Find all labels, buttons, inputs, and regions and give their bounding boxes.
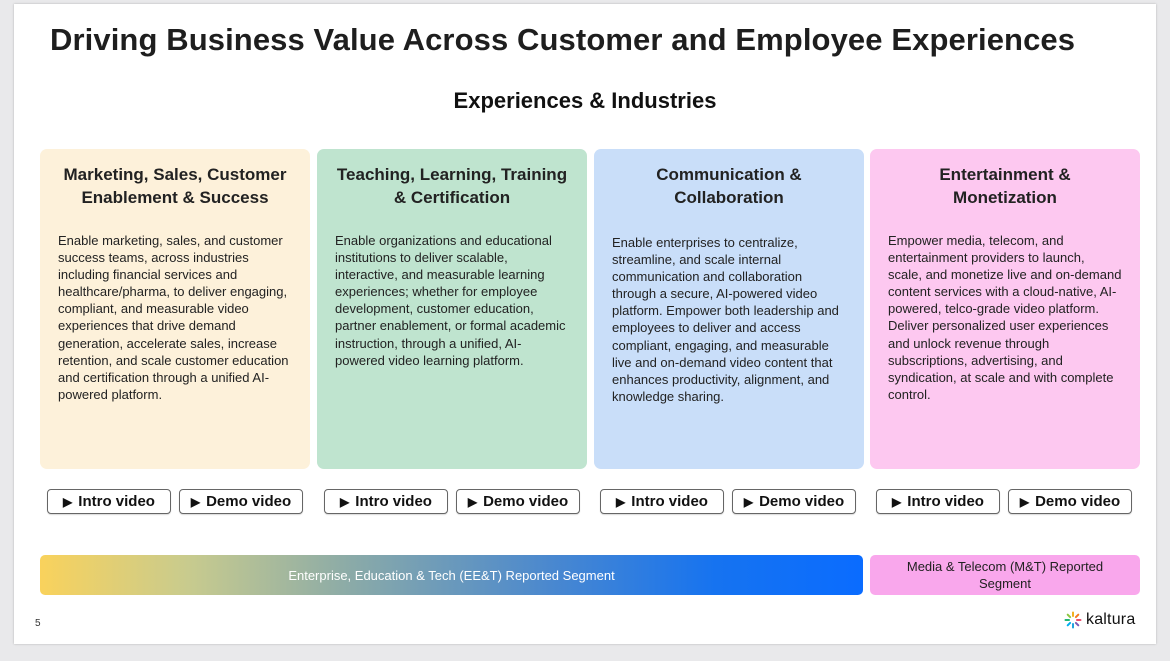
card-body: Enable organizations and educational ins… [335,233,566,368]
play-icon: ▶ [616,494,626,509]
card-title: Marketing, Sales, Customer Enablement & … [63,165,287,207]
demo-video-button-marketing[interactable]: ▶ Demo video [179,489,303,514]
kaltura-logo: kaltura [1064,611,1135,629]
intro-video-button-teaching[interactable]: ▶ Intro video [324,489,448,514]
slide-title: Driving Business Value Across Customer a… [50,22,1076,57]
segment-label: Enterprise, Education & Tech (EE&T) Repo… [288,567,615,583]
mt-segment-bar: Media & Telecom (M&T) Reported Segment [870,555,1140,595]
intro-video-button-communication[interactable]: ▶ Intro video [600,489,724,514]
card-title: Communication & Collaboration [656,165,802,207]
play-icon: ▶ [190,494,201,509]
button-label: Demo video [206,493,292,510]
card-entertainment: Entertainment & Monetization Empower med… [870,149,1140,469]
slide: Driving Business Value Across Customer a… [14,4,1156,644]
card-body: Empower media, telecom, and entertainmen… [888,233,1122,402]
eet-segment-bar: Enterprise, Education & Tech (EE&T) Repo… [40,555,863,595]
button-label: Intro video [355,493,432,510]
play-icon: ▶ [340,494,350,509]
card-communication: Communication & Collaboration Enable ent… [594,149,864,469]
slide-subtitle: Experiences & Industries [453,88,717,113]
demo-video-button-teaching[interactable]: ▶ Demo video [456,489,580,514]
page-number: 5 [35,618,41,629]
button-label: Demo video [759,493,845,510]
card-title: Teaching, Learning, Training & Certifica… [336,165,568,207]
button-label: Intro video [907,493,984,510]
play-icon: ▶ [743,494,754,509]
card-teaching-learning: Teaching, Learning, Training & Certifica… [317,149,587,469]
kaltura-logo-icon [1064,611,1082,629]
button-label: Demo video [483,493,569,510]
demo-video-button-communication[interactable]: ▶ Demo video [732,489,856,514]
demo-video-button-entertainment[interactable]: ▶ Demo video [1008,489,1132,514]
segment-label: Media & Telecom (M&T) Reported Segment [906,559,1104,591]
button-label: Intro video [631,493,708,510]
intro-video-button-marketing[interactable]: ▶ Intro video [47,489,171,514]
card-body: Enable enterprises to centralize, stream… [612,235,839,404]
intro-video-button-entertainment[interactable]: ▶ Intro video [876,489,1000,514]
play-icon: ▶ [63,494,73,509]
button-label: Intro video [78,493,155,510]
button-label: Demo video [1035,493,1121,510]
card-marketing-sales: Marketing, Sales, Customer Enablement & … [40,149,310,469]
play-icon: ▶ [1019,494,1030,509]
play-icon: ▶ [892,494,902,509]
logo-text: kaltura [1086,611,1136,628]
card-title: Entertainment & Monetization [939,165,1071,207]
play-icon: ▶ [467,494,478,509]
card-body: Enable marketing, sales, and customer su… [58,233,289,402]
